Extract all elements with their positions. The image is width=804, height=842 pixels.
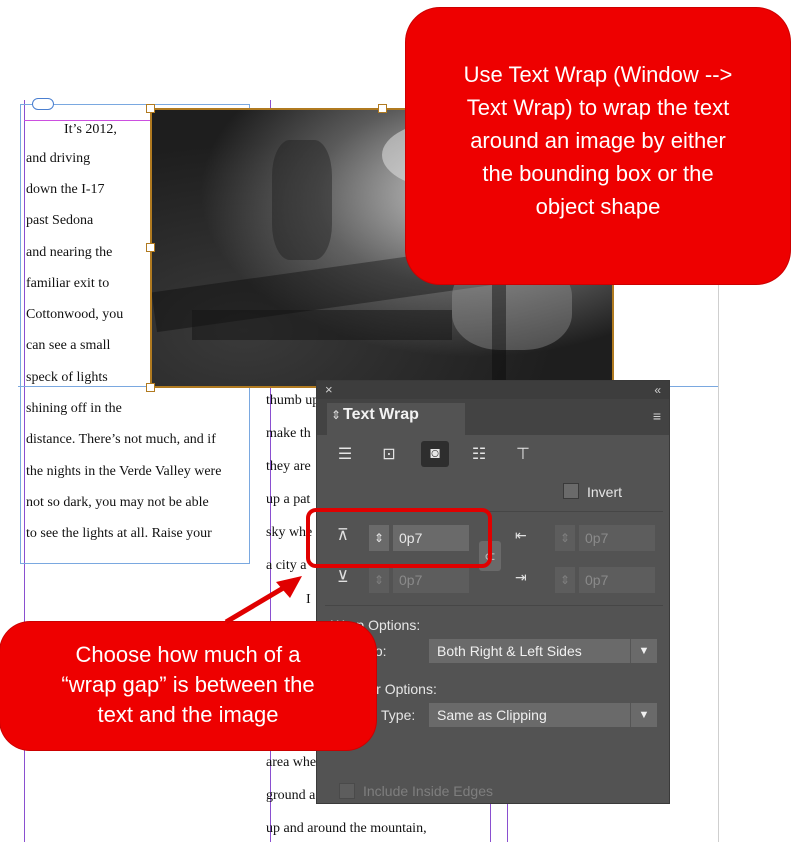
invert-label: Invert [587,484,623,500]
chevron-down-icon: ▼ [630,639,657,663]
story-line: distance. There’s not much, and if [26,432,216,447]
type-label: Type: [381,707,416,723]
collapse-icon[interactable]: « [654,381,661,399]
story-line: they are [266,459,311,474]
left-offset-field[interactable]: 0p7 [579,525,655,551]
story-line: the nights in the Verde Valley were [26,464,222,479]
text-wrap-panel[interactable]: × « ⇕ Text Wrap ≡ ☰ ⊡ ◙ ☷ ⊤ Invert ⊼ ⇕ 0… [316,380,670,804]
panel-menu-icon[interactable]: ≡ [653,408,661,424]
left-offset-icon: ⇤ [515,527,527,543]
bottom-offset-stepper[interactable]: ⇕ [369,567,389,593]
contour-type-dropdown[interactable]: Same as Clipping ▼ [429,703,657,727]
panel-title: Text Wrap [343,406,419,423]
story-line: shining off in the [26,401,122,416]
story-line: down the I-17 [26,182,105,197]
include-inside-edges-checkbox[interactable] [339,783,355,799]
close-icon[interactable]: × [325,381,333,399]
resize-handle[interactable] [378,104,387,113]
bottom-offset-field[interactable]: 0p7 [393,567,469,593]
resize-handle[interactable] [146,383,155,392]
callout-wrap-gap-tip: Choose how much of a “wrap gap” is betwe… [0,622,376,750]
story-line: Cottonwood, you [26,307,124,322]
chevron-down-icon: ▼ [630,703,657,727]
callout-line: “wrap gap” is between the [61,672,315,697]
story-line: up and around the mountain, [266,821,427,836]
include-inside-edges-label: Include Inside Edges [363,783,493,799]
story-line: ground a [266,788,316,803]
story-line: up a pat [266,492,311,507]
story-line: past Sedona [26,213,94,228]
wrap-to-dropdown[interactable]: Both Right & Left Sides ▼ [429,639,657,663]
panel-title-bar[interactable] [317,381,669,399]
story-line: to see the lights at all. Raise your [26,526,212,541]
right-offset-field[interactable]: 0p7 [579,567,655,593]
right-offset-icon: ⇥ [515,569,527,585]
resize-handle[interactable] [146,243,155,252]
bottom-offset-icon: ⊻ [337,569,349,586]
story-line: speck of lights [26,370,108,385]
wrap-bounding-box-icon[interactable]: ⊡ [375,441,403,467]
callout-line: Use Text Wrap (Window --> [463,62,733,87]
jump-object-icon[interactable]: ☷ [465,441,493,467]
no-wrap-icon[interactable]: ☰ [331,441,359,467]
right-offset-stepper[interactable]: ⇕ [555,567,575,593]
tab-toggle-icon: ⇕ [331,408,342,422]
callout-line: object shape [535,194,661,219]
wrap-to-value: Both Right & Left Sides [437,643,582,659]
callout-line: the bounding box or the [482,161,714,186]
story-line: and driving [26,151,91,166]
pointer-arrow [224,576,302,625]
resize-handle[interactable] [146,104,155,113]
story-line: familiar exit to [26,276,110,291]
callout-line: Text Wrap) to wrap the text [466,95,730,120]
callout-text-wrap-tip: Use Text Wrap (Window --> Text Wrap) to … [406,8,790,284]
story-line: can see a small [26,338,111,353]
left-offset-stepper[interactable]: ⇕ [555,525,575,551]
story-line: make th [266,426,311,441]
callout-line: text and the image [97,702,279,727]
callout-line: Choose how much of a [75,642,301,667]
frame-link-icon[interactable] [32,98,54,110]
jump-next-column-icon[interactable]: ⊤ [509,441,537,467]
contour-type-value: Same as Clipping [437,707,547,723]
story-line: area whe [266,755,317,770]
story-line: and nearing the [26,245,113,260]
invert-checkbox[interactable] [563,483,579,499]
callout-line: around an image by either [470,128,726,153]
story-line: It’s 2012, [64,122,117,137]
panel-divider [325,605,663,606]
highlight-box [306,508,492,568]
story-line: not so dark, you may not be able [26,495,209,510]
wrap-object-shape-icon[interactable]: ◙ [421,441,449,467]
